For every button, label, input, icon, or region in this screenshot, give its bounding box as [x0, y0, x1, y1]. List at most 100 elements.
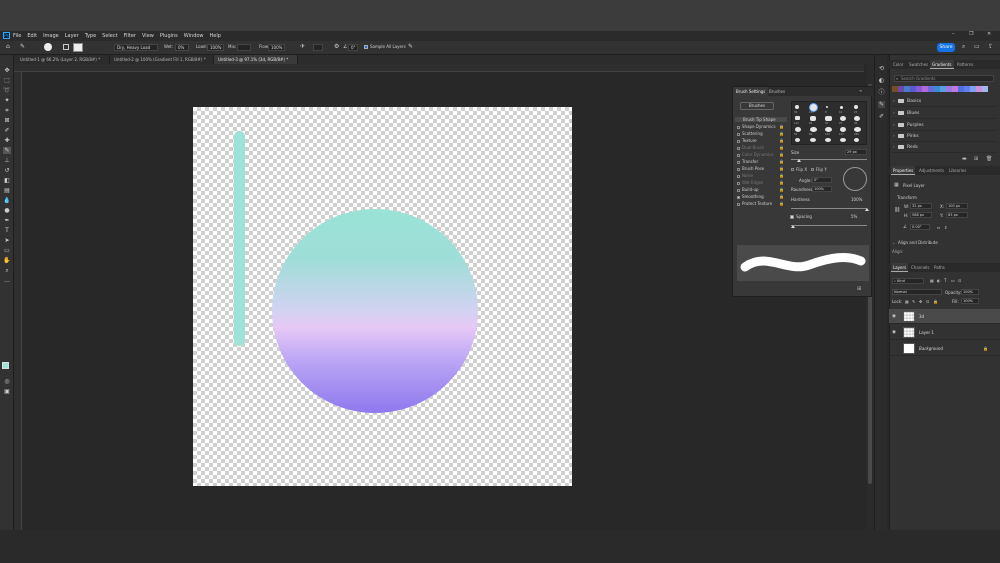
- healing-tool-icon[interactable]: ✚: [3, 137, 11, 144]
- protect-texture-option[interactable]: Protect Texture 🔒: [737, 201, 784, 206]
- close-button[interactable]: ✕: [987, 31, 991, 37]
- brush-pose-option[interactable]: Brush Pose 🔒: [737, 166, 784, 171]
- tab-libraries[interactable]: Libraries: [947, 166, 968, 175]
- brush-preset-icon[interactable]: [44, 43, 52, 51]
- gradient-folder-blues[interactable]: › Blues: [892, 109, 997, 119]
- size-slider[interactable]: [791, 159, 867, 160]
- menu-window[interactable]: Window: [184, 33, 204, 39]
- share-button[interactable]: Share: [937, 43, 955, 52]
- menu-filter[interactable]: Filter: [124, 33, 136, 39]
- lock-icon[interactable]: 🔒: [779, 138, 784, 143]
- brush-tip[interactable]: [810, 127, 817, 132]
- brush-panel-toggle-icon[interactable]: [63, 44, 69, 50]
- transfer-checkbox[interactable]: [737, 160, 740, 164]
- layer-name[interactable]: Background: [919, 346, 943, 351]
- new-folder-icon[interactable]: ▬: [962, 156, 967, 162]
- airbrush-icon[interactable]: ✈: [300, 43, 305, 50]
- tab-patterns[interactable]: Patterns: [955, 60, 975, 69]
- brush-tip-selected[interactable]: [810, 104, 817, 111]
- gradient-folder-purples[interactable]: › Purples: [892, 121, 997, 131]
- spacing-slider-knob[interactable]: [791, 225, 795, 228]
- link-icon[interactable]: ⛓: [894, 207, 900, 213]
- menu-edit[interactable]: Edit: [27, 33, 37, 39]
- filter-shape-icon[interactable]: ▭: [951, 278, 955, 283]
- menu-plugins[interactable]: Plugins: [160, 33, 178, 39]
- wet-edges-option[interactable]: Wet Edges 🔒: [737, 180, 784, 185]
- scattering-checkbox[interactable]: [737, 132, 740, 136]
- zoom-tool-icon[interactable]: ⌕: [3, 267, 11, 274]
- brush-tip-shape-option[interactable]: Brush Tip Shape: [735, 117, 787, 122]
- shape-tool-icon[interactable]: ▭: [3, 247, 11, 254]
- lock-icon[interactable]: 🔒: [779, 131, 784, 136]
- layer-row-3d[interactable]: ◉ 3d: [889, 309, 1000, 324]
- brush-tip[interactable]: [826, 106, 828, 108]
- brush-tip[interactable]: [825, 138, 831, 142]
- quick-mask-icon[interactable]: ◎: [3, 378, 11, 385]
- home-icon[interactable]: ⌂: [6, 43, 10, 50]
- restore-button[interactable]: ❐: [969, 31, 973, 37]
- brush-tip[interactable]: [840, 138, 846, 142]
- color-dynamics-checkbox[interactable]: [737, 153, 740, 157]
- brush-tip[interactable]: [854, 116, 860, 121]
- search-icon[interactable]: ⌕: [962, 43, 965, 51]
- new-gradient-icon[interactable]: ⊞: [974, 156, 978, 162]
- tab-color[interactable]: Color: [891, 60, 905, 69]
- tab-brush-settings[interactable]: Brush Settings: [733, 87, 769, 96]
- brush-tip[interactable]: [854, 138, 859, 142]
- mix-field[interactable]: [237, 44, 251, 51]
- brush-tip[interactable]: [795, 138, 800, 142]
- brush-tip[interactable]: [854, 127, 861, 132]
- tab-paths[interactable]: Paths: [932, 263, 947, 272]
- roundness-field[interactable]: 100%: [812, 186, 832, 192]
- load-field[interactable]: 100%: [207, 44, 224, 51]
- trash-icon[interactable]: 🗑: [986, 156, 992, 162]
- filter-type-icon[interactable]: T: [944, 278, 946, 283]
- screen-mode-icon[interactable]: ▣: [3, 388, 11, 395]
- pen-tool-icon[interactable]: ✒: [3, 217, 11, 224]
- gradient-search-input[interactable]: Search Gradients: [894, 75, 994, 82]
- chevron-down-icon[interactable]: ⌄: [892, 240, 895, 245]
- hardness-slider-knob[interactable]: [865, 208, 869, 211]
- dodge-tool-icon[interactable]: ●: [3, 207, 11, 214]
- wet-field[interactable]: 0%: [175, 44, 189, 51]
- lock-icon[interactable]: 🔒: [779, 173, 784, 178]
- brush-tip[interactable]: [840, 127, 846, 132]
- build-up-checkbox[interactable]: [737, 188, 740, 192]
- dual-brush-checkbox[interactable]: [737, 146, 740, 150]
- gradient-folder-basics[interactable]: › Basics: [892, 97, 997, 107]
- brush-pose-checkbox[interactable]: [737, 167, 740, 171]
- eye-icon[interactable]: ◉: [892, 314, 896, 319]
- lock-artboard-icon[interactable]: ⊡: [926, 299, 929, 304]
- path-select-tool-icon[interactable]: ➤: [3, 237, 11, 244]
- lock-icon[interactable]: 🔒: [779, 180, 784, 185]
- tab-properties[interactable]: Properties: [891, 166, 916, 175]
- menu-layer[interactable]: Layer: [65, 33, 79, 39]
- tab-channels[interactable]: Channels: [909, 263, 932, 272]
- angle-roundness-widget[interactable]: [843, 167, 867, 191]
- workspace-icon[interactable]: ▭: [974, 43, 980, 50]
- angle-field[interactable]: 0°: [812, 177, 832, 183]
- share-icon[interactable]: ⇪: [988, 43, 993, 50]
- height-field[interactable]: 568 px: [910, 212, 932, 218]
- brush-tip[interactable]: [840, 116, 846, 121]
- tab-gradients[interactable]: Gradients: [930, 60, 954, 69]
- spacing-checkbox[interactable]: [790, 215, 794, 219]
- pressure-icon[interactable]: ✎: [408, 43, 413, 50]
- gradient-swatch[interactable]: [982, 86, 988, 92]
- eye-icon[interactable]: ◉: [892, 330, 896, 335]
- filter-adjust-icon[interactable]: ◐: [937, 278, 941, 283]
- tab-untitled-1[interactable]: Untitled-1 @ 66.2% (Layer 2, RGB/8#) *: [16, 55, 110, 64]
- flip-horizontal-icon[interactable]: ⇔: [937, 225, 940, 230]
- rotation-field[interactable]: 0.00°: [910, 224, 930, 230]
- fill-field[interactable]: 100%: [961, 298, 979, 304]
- info-icon[interactable]: ⓘ: [878, 89, 885, 96]
- hand-tool-icon[interactable]: ✋: [3, 257, 11, 264]
- dual-brush-option[interactable]: Dual Brush 🔒: [737, 145, 784, 150]
- sample-all-checkbox[interactable]: [364, 45, 368, 49]
- flow-field[interactable]: 100%: [268, 44, 285, 51]
- gradient-folder-reds[interactable]: › Reds: [892, 143, 997, 153]
- brush-tip[interactable]: [825, 116, 832, 121]
- lock-icon[interactable]: 🔒: [779, 201, 784, 206]
- panel-menu-icon[interactable]: ≡: [859, 88, 862, 93]
- brush-settings-icon[interactable]: ✎: [878, 101, 885, 108]
